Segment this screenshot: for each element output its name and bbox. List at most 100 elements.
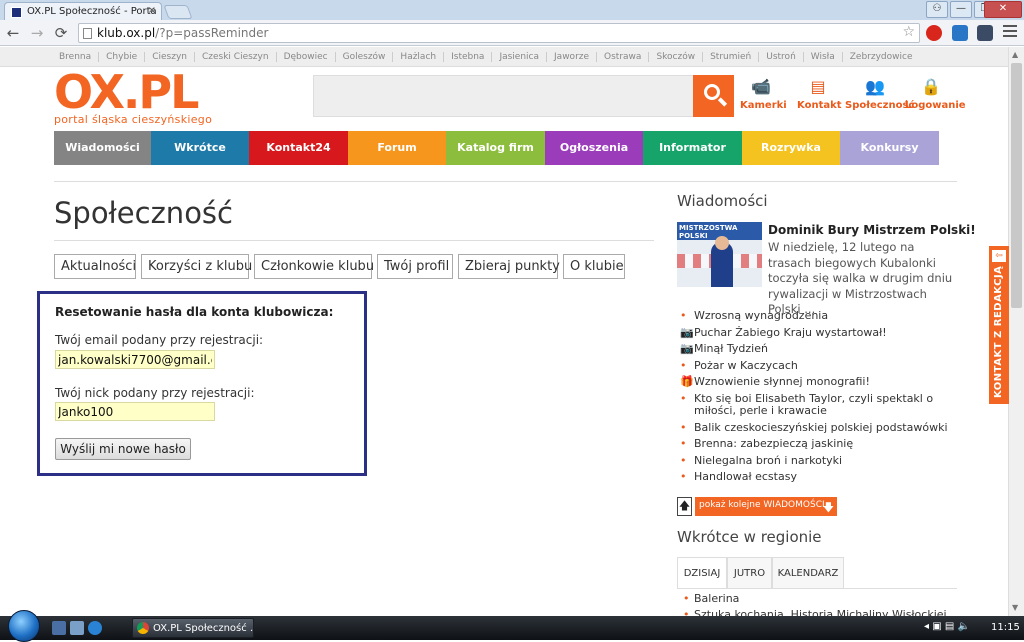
switch-windows-icon[interactable] [70,621,84,635]
extension-icon-2[interactable] [977,25,993,41]
city-link[interactable]: Ustroń [758,52,803,62]
more-news-button[interactable]: pokaż kolejne WIADOMOŚCI 🡇 [695,497,837,516]
site-favicon-icon [11,7,22,18]
subnav-zbieraj-punkty[interactable]: Zbieraj punkty [458,254,560,279]
nick-field[interactable] [55,402,215,421]
start-button[interactable] [8,610,40,642]
city-link[interactable]: Wisła [802,52,842,62]
news-item[interactable]: • Nielegalna broń i narkotyki [677,454,962,468]
subnav-o-klubie[interactable]: O klubie [563,254,625,279]
taskbar-chrome-window[interactable]: OX.PL Społeczność ... [132,618,254,638]
news-heading: Wiadomości [677,192,768,210]
featured-news-lead: W niedzielę, 12 lutego na trasach biegow… [768,240,953,316]
arrow-up-icon[interactable]: 🡅 [677,497,692,516]
news-item[interactable]: 📷 Minął Tydzień [677,342,962,356]
menu-icon[interactable] [1003,25,1017,40]
email-field[interactable] [55,350,215,369]
city-link[interactable]: Dębowiec [275,52,335,62]
news-item[interactable]: • Brenna: zabezpieczą jaskinię [677,437,962,451]
scroll-down-icon[interactable]: ▼ [1012,603,1018,612]
extension-icon[interactable] [952,25,968,41]
city-link[interactable]: Czeski Cieszyn [193,52,276,62]
tab-dzisiaj[interactable]: DZISIAJ [677,557,727,589]
send-new-password-button[interactable]: Wyślij mi nowe hasło [55,438,191,460]
news-item[interactable]: 📷 Puchar Żabiego Kraju wystartował! [677,326,962,340]
city-link[interactable]: Jaworze [546,52,596,62]
reload-icon[interactable]: ⟳ [52,24,70,42]
event-item[interactable]: • Sztuka kochania. Historia Michaliny Wis… [677,608,957,616]
internet-explorer-icon[interactable] [88,621,102,635]
city-link[interactable]: Brenna [57,52,98,62]
news-item[interactable]: • Balik czeskocieszyńskiej polskiej podst… [677,421,962,435]
page-scrollbar[interactable]: ▲ ▼ [1008,47,1024,616]
featured-news-image[interactable]: MISTRZOSTWA POLSKI [677,222,762,287]
tab-jutro[interactable]: JUTRO [727,557,772,589]
contact-editorial-tab[interactable]: ⇦ KONTAKT Z REDAKCJĄ [989,246,1009,404]
city-link[interactable]: Zebrzydowice [841,52,920,62]
search-button[interactable] [693,75,734,117]
show-desktop-icon[interactable] [52,621,66,635]
nav-informator[interactable]: Informator [643,131,742,165]
cameras-label: Kamerki [740,100,787,111]
clock[interactable]: 11:15 [991,622,1020,633]
subnav-czlonkowie[interactable]: Członkowie klubu [254,254,374,279]
nav-katalog-firm[interactable]: Katalog firm [446,131,545,165]
bullet-icon: • [680,309,687,322]
login-link[interactable]: 🔒 Logowanie [905,78,966,112]
tab-close-icon[interactable]: × [148,5,156,16]
back-icon[interactable]: ← [4,24,22,42]
site-logo[interactable]: OX.PL portal śląska cieszyńskiego [54,69,264,126]
scroll-thumb[interactable] [1011,63,1022,308]
subnav-korzysci[interactable]: Korzyści z klubu [141,254,252,279]
community-link[interactable]: 👥 Społeczność [845,77,914,112]
contact-link[interactable]: ▤ Kontakt [797,78,842,112]
nav-ogloszenia[interactable]: Ogłoszenia [545,131,643,165]
scroll-up-icon[interactable]: ▲ [1012,50,1018,59]
featured-news-title[interactable]: Dominik Bury Mistrzem Polski! [768,223,976,237]
city-link[interactable]: Strumień [702,52,758,62]
bullet-icon: • [680,358,687,372]
news-item[interactable]: 🎁 Wznowienie słynnej monografii! [677,375,962,389]
close-window-button[interactable]: ✕ [984,1,1022,18]
user-icon[interactable]: ⚇ [926,1,948,18]
news-item[interactable]: • Wzrosną wynagrodzenia [677,309,962,323]
news-item[interactable]: • Kto się boi Elisabeth Taylor, czyli spe… [677,391,962,418]
email-label: Twój email podany przy rejestracji: [55,333,264,347]
city-link[interactable]: Skoczów [648,52,702,62]
contact-editorial-label: KONTAKT Z REDAKCJĄ [993,265,1004,398]
nav-konkursy[interactable]: Konkursy [840,131,939,165]
nav-rozrywka[interactable]: Rozrywka [742,131,840,165]
subnav-twoj-profil[interactable]: Twój profil [377,254,453,279]
nav-kontakt24[interactable]: Kontakt24 [249,131,348,165]
subnav-aktualnosci[interactable]: Aktualności [54,254,136,279]
event-item[interactable]: • Balerina [677,592,957,605]
camera-icon: 📷 [680,342,694,355]
city-link[interactable]: Ostrawa [596,52,648,62]
tab-kalendarz[interactable]: KALENDARZ [772,557,844,589]
city-link[interactable]: Jasienica [491,52,546,62]
browser-tab[interactable]: OX.PL Społeczność - Porta × [4,2,162,20]
form-title: Resetowanie hasła dla konta klubowicza: [55,305,334,319]
news-item[interactable]: • Handlował ecstasy [677,470,962,484]
forward-icon[interactable]: → [28,24,46,42]
city-link[interactable]: Goleszów [334,52,393,62]
cameras-link[interactable]: 📹 Kamerki [740,78,787,112]
search-input[interactable] [313,75,694,117]
minimize-button[interactable]: — [950,1,972,18]
system-tray[interactable]: ◂ ▣ ▤ 🔈 [924,621,970,632]
city-link[interactable]: Istebna [443,52,491,62]
opera-extension-icon[interactable] [926,25,942,41]
city-link[interactable]: Hażlach [392,52,443,62]
city-link[interactable]: Chybie [98,52,144,62]
news-item[interactable]: • Pożar w Kaczycach [677,358,962,373]
address-bar[interactable]: klub.ox.pl/?p=passReminder ☆ [78,23,920,43]
bullet-icon: • [680,391,687,405]
people-icon: 👥 [865,77,885,96]
nav-wkrotce[interactable]: Wkrótce [151,131,249,165]
nav-wiadomosci[interactable]: Wiadomości [54,131,151,165]
nav-forum[interactable]: Forum [348,131,446,165]
url-path: /?p=passReminder [155,26,269,40]
city-link[interactable]: Cieszyn [144,52,194,62]
bookmark-star-icon[interactable]: ☆ [902,24,915,40]
new-tab-button[interactable] [163,5,193,19]
